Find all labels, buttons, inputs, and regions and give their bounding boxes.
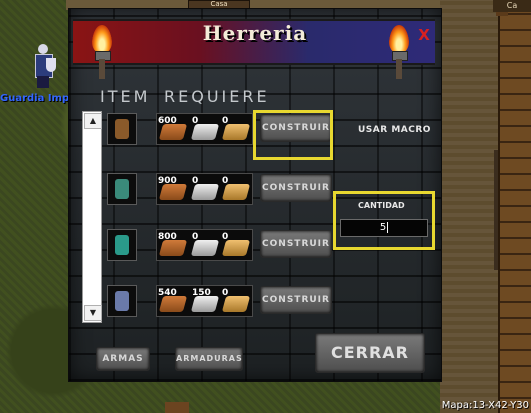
req-silver: 0: [192, 176, 199, 186]
item-slot[interactable]: [107, 113, 137, 145]
npc-guard[interactable]: [30, 42, 56, 90]
copper-ingot-icon: [158, 124, 188, 140]
req-copper: 600: [158, 116, 177, 126]
map-coordinates: Mapa:13-X42-Y30: [441, 400, 529, 411]
copper-ingot-icon: [158, 240, 188, 256]
gold-ingot-icon: [221, 184, 251, 200]
torch-icon: [89, 25, 115, 83]
recipe-row: 900 0 0 CONSTRUIR: [107, 173, 337, 209]
req-silver: 0: [192, 232, 199, 242]
copper-ingot-icon: [158, 184, 188, 200]
cerrar-button[interactable]: CERRAR: [315, 333, 425, 373]
gold-ingot-icon: [221, 296, 251, 312]
scrollbar[interactable]: ▲ ▼: [82, 111, 102, 323]
bronze-armor-icon: [115, 119, 129, 139]
green-armor-icon: [115, 235, 129, 255]
silver-ingot-icon: [190, 296, 220, 312]
silver-ingot-icon: [190, 240, 220, 256]
construir-button[interactable]: CONSTRUIR: [260, 174, 332, 202]
sign-right: Ca: [493, 0, 531, 12]
req-copper: 900: [158, 176, 177, 186]
close-button[interactable]: X: [416, 27, 432, 43]
cantidad-label: CANTIDAD: [358, 201, 405, 210]
torch-stick: [99, 59, 105, 79]
req-gold: 0: [222, 232, 229, 242]
house-wall: [498, 0, 531, 413]
blacksmith-window: Herreria X ITEM REQUIERE ▲ ▼ 600 0 0 CON…: [68, 8, 442, 382]
req-copper: 540: [158, 288, 177, 298]
silver-ingot-icon: [190, 184, 220, 200]
gold-ingot-icon: [221, 124, 251, 140]
column-header-requires: REQUIERE: [164, 87, 270, 106]
construir-button[interactable]: CONSTRUIR: [260, 230, 332, 258]
scroll-down-button[interactable]: ▼: [84, 305, 102, 321]
req-silver: 0: [192, 116, 199, 126]
scale-armor-icon: [115, 179, 129, 199]
flame-icon: [92, 25, 112, 53]
gold-ingot-icon: [221, 240, 251, 256]
usar-macro-label[interactable]: USAR MACRO: [358, 125, 431, 135]
item-slot[interactable]: [107, 285, 137, 317]
npc-name-label: Guardia Imp: [0, 93, 70, 104]
fence-post: [165, 402, 189, 413]
copper-ingot-icon: [158, 296, 188, 312]
armaduras-button[interactable]: ARMADURAS: [175, 347, 243, 371]
text-cursor: [387, 221, 389, 233]
req-gold: 0: [222, 176, 229, 186]
highlight-construir: [253, 110, 333, 160]
torch-icon: [386, 25, 412, 83]
req-gold: 0: [222, 116, 229, 126]
req-copper: 800: [158, 232, 177, 242]
recipe-row: 800 0 0 CONSTRUIR: [107, 229, 337, 265]
plate-armor-icon: [115, 291, 129, 311]
armas-button[interactable]: ARMAS: [96, 347, 150, 371]
requirements-box: 540 150 0: [156, 285, 253, 317]
silver-ingot-icon: [190, 124, 220, 140]
item-slot[interactable]: [107, 173, 137, 205]
flame-icon: [389, 25, 409, 53]
item-slot[interactable]: [107, 229, 137, 261]
npc-head: [38, 44, 48, 54]
requirements-box: 800 0 0: [156, 229, 253, 261]
cantidad-value: 5: [379, 222, 387, 233]
req-gold: 0: [222, 288, 229, 298]
scroll-up-button[interactable]: ▲: [84, 113, 102, 129]
shield-icon: [46, 58, 56, 72]
req-silver: 150: [192, 288, 211, 298]
requirements-box: 900 0 0: [156, 173, 253, 205]
requirements-box: 600 0 0: [156, 113, 253, 145]
npc-legs: [37, 76, 49, 88]
construir-button[interactable]: CONSTRUIR: [260, 286, 332, 314]
torch-stick: [396, 59, 402, 79]
cantidad-input[interactable]: 5: [340, 219, 428, 237]
column-header-item: ITEM: [100, 87, 151, 106]
recipe-row: 540 150 0 CONSTRUIR: [107, 285, 337, 321]
